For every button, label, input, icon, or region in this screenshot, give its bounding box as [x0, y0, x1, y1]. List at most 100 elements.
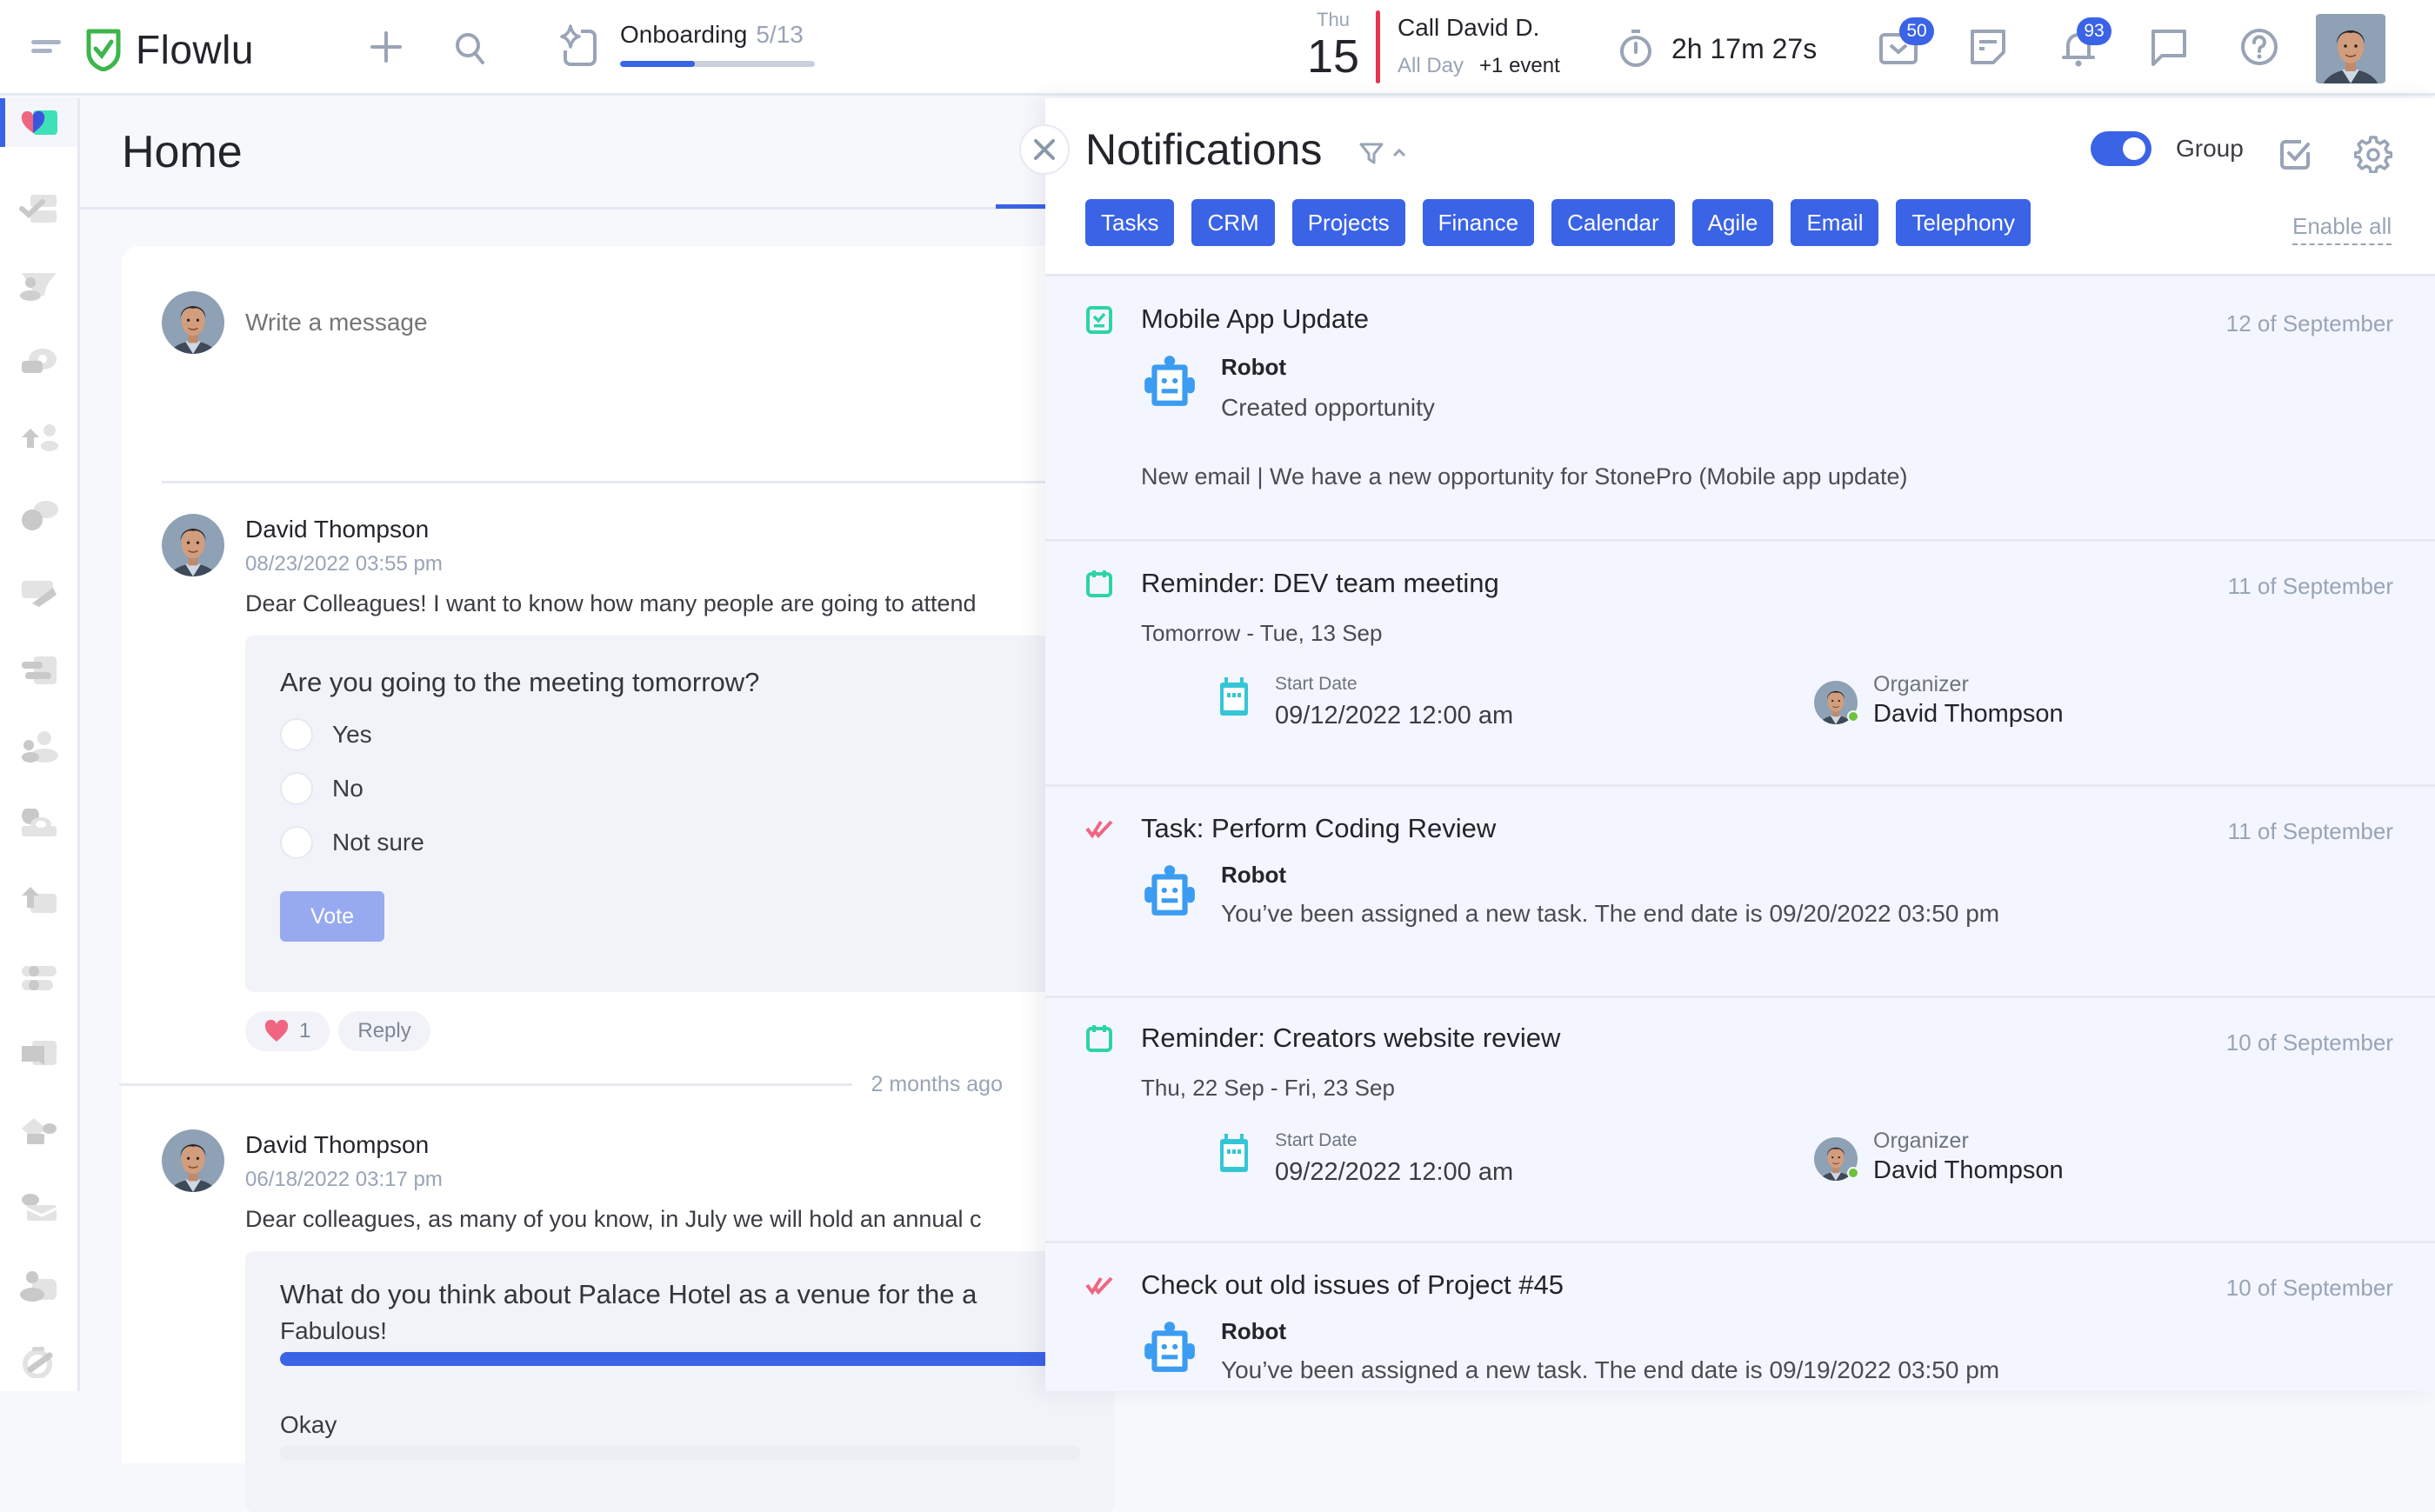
radio-button[interactable]	[280, 772, 313, 805]
radio-button[interactable]	[280, 826, 313, 859]
messages-icon	[21, 1041, 57, 1065]
post-author[interactable]: David Thompson	[245, 516, 443, 543]
onboarding-icon[interactable]	[557, 24, 598, 68]
reply-button[interactable]: Reply	[338, 1011, 430, 1051]
organizer-label: Organizer	[1873, 1129, 1969, 1153]
enable-all-link[interactable]: Enable all	[2292, 213, 2392, 245]
filter-chip-email[interactable]: Email	[1791, 199, 1879, 246]
notification-date: 12 of September	[2225, 310, 2393, 336]
poll-result-bar	[280, 1352, 1080, 1366]
sidebar-item-marketplace[interactable]	[0, 1108, 77, 1156]
post-author[interactable]: David Thompson	[245, 1131, 443, 1159]
poll-result-label: Fabulous!	[280, 1317, 387, 1344]
notification-item[interactable]: Reminder: Creators website review 10 of …	[1045, 998, 2435, 1243]
filter-chip-tasks[interactable]: Tasks	[1085, 199, 1175, 246]
notification-item[interactable]: Mobile App Update 12 of September Robot …	[1045, 279, 2435, 542]
separator-label: 2 months ago	[871, 1072, 1004, 1096]
post-actions: 1 Reply	[245, 1011, 430, 1051]
filter-chip-calendar[interactable]: Calendar	[1551, 199, 1675, 246]
notification-actor: Robot	[1221, 354, 1287, 380]
main-content: Home David Thompson 08/23/2022 03:55 pm …	[80, 98, 1115, 1512]
post-date: 06/18/2022 03:17 pm	[245, 1168, 443, 1191]
filter-chips: Tasks CRM Projects Finance Calendar Agile Emai…	[1085, 199, 2031, 246]
notification-title: Check out old issues of Project #45	[1141, 1269, 1564, 1300]
onboarding-progress-fill	[620, 61, 696, 67]
notification-body: Created opportunity	[1221, 394, 1435, 421]
notes-icon[interactable]	[1969, 28, 2007, 66]
poll-option[interactable]: Not sure	[280, 825, 1080, 860]
conversations-icon	[21, 348, 57, 373]
close-panel-button[interactable]	[1019, 124, 1070, 175]
notification-actor: Robot	[1221, 1318, 1287, 1344]
mail-icon[interactable]: 50	[1878, 17, 1934, 66]
author-avatar[interactable]	[162, 1129, 224, 1192]
filter-toggle[interactable]	[1358, 140, 1407, 166]
sidebar-item-contacts[interactable]	[0, 1262, 77, 1310]
chevron-up-icon	[1392, 148, 1406, 157]
upcoming-event[interactable]: Call David D. All Day +1 event	[1398, 14, 1560, 78]
organizer-name[interactable]: David Thompson	[1873, 1156, 2064, 1185]
filter-chip-finance[interactable]: Finance	[1422, 199, 1535, 246]
sidebar-item-email[interactable]	[0, 1184, 77, 1233]
poll-result-bar	[280, 1446, 1080, 1460]
mark-all-read-icon[interactable]	[2278, 137, 2313, 171]
sidebar-item-conversations[interactable]	[0, 338, 77, 387]
sidebar-item-projects[interactable]	[0, 415, 77, 463]
author-avatar[interactable]	[162, 514, 224, 576]
more-events-link[interactable]: +1 event	[1479, 54, 1560, 77]
logo[interactable]: Flowlu	[83, 26, 254, 73]
notification-item[interactable]: Reminder: DEV team meeting 11 of Septemb…	[1045, 542, 2435, 787]
user-avatar[interactable]	[2315, 14, 2386, 83]
filter-chip-agile[interactable]: Agile	[1691, 199, 1774, 246]
notification-item[interactable]: Check out old issues of Project #45 10 o…	[1045, 1243, 2435, 1417]
sidebar-item-finance[interactable]	[0, 492, 77, 541]
sidebar-item-settings[interactable]	[0, 1338, 77, 1387]
close-icon	[1034, 139, 1055, 160]
sidebar-item-messages[interactable]	[0, 1030, 77, 1079]
crm-deal-icon	[1086, 306, 1112, 334]
time-tracker[interactable]: 2h 17m 27s	[1619, 30, 1817, 68]
notifications-badge: 93	[2077, 17, 2111, 45]
sidebar-item-tasks[interactable]	[0, 184, 77, 233]
home-icon	[21, 110, 57, 135]
poll-option[interactable]: No	[280, 771, 1080, 806]
bell-icon[interactable]: 93	[2061, 17, 2111, 68]
poll: Are you going to the meeting tomorrow? Y…	[245, 636, 1115, 992]
filter-chip-telephony[interactable]: Telephony	[1896, 199, 2031, 246]
menu-icon[interactable]	[31, 40, 61, 57]
organizer-name[interactable]: David Thompson	[1873, 700, 2064, 729]
mail-badge: 50	[1899, 17, 1934, 45]
organizer-avatar[interactable]	[1814, 681, 1859, 724]
vote-button[interactable]: Vote	[280, 891, 384, 942]
filter-chip-projects[interactable]: Projects	[1291, 199, 1405, 246]
sidebar-item-knowledge-base[interactable]	[0, 569, 77, 617]
search-icon[interactable]	[454, 31, 487, 66]
sidebar-item-crm[interactable]	[0, 261, 77, 310]
add-icon[interactable]	[369, 30, 404, 64]
filter-chip-crm[interactable]: CRM	[1191, 199, 1275, 246]
sidebar-item-toggles[interactable]	[0, 954, 77, 1002]
sidebar-item-home[interactable]	[0, 98, 77, 147]
start-date-value: 09/22/2022 12:00 am	[1275, 1158, 1514, 1186]
onboarding-progress[interactable]: Onboarding 5/13	[620, 21, 815, 67]
like-button[interactable]: 1	[245, 1011, 330, 1051]
sidebar-item-docs[interactable]	[0, 876, 77, 925]
finance-icon	[21, 500, 58, 530]
poll-option[interactable]: Yes	[280, 717, 1080, 752]
organizer-label: Organizer	[1873, 672, 1969, 696]
notification-item[interactable]: Task: Perform Coding Review 11 of Septem…	[1045, 787, 2435, 998]
group-toggle[interactable]	[2091, 131, 2151, 166]
message-input[interactable]	[245, 309, 854, 336]
help-icon[interactable]	[2240, 28, 2278, 66]
start-date-label: Start Date	[1275, 674, 1358, 694]
sidebar-item-calendar[interactable]	[0, 800, 77, 849]
sidebar-item-agile[interactable]	[0, 646, 77, 695]
calendar-date[interactable]: Thu 15	[1304, 9, 1362, 80]
organizer-avatar[interactable]	[1814, 1137, 1859, 1181]
chat-icon[interactable]	[2150, 28, 2188, 68]
settings-gear-icon[interactable]	[2354, 135, 2392, 173]
calendar-reminder-icon	[1085, 569, 1113, 597]
radio-button[interactable]	[280, 718, 313, 751]
notification-title: Task: Perform Coding Review	[1141, 813, 1497, 843]
sidebar-item-team[interactable]	[0, 723, 77, 771]
